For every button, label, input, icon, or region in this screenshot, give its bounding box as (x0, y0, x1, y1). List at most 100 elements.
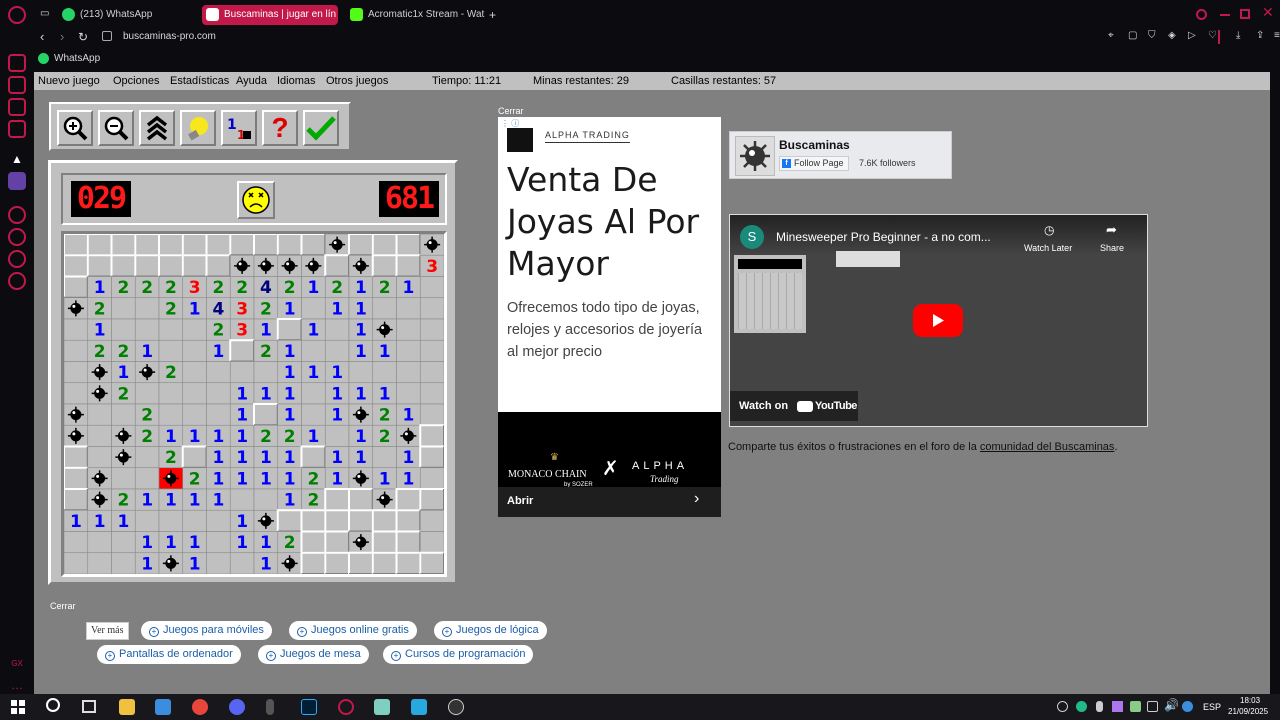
board-cell[interactable] (253, 403, 279, 427)
board-cell[interactable]: 1 (348, 382, 374, 405)
board-cell[interactable]: 1 (277, 446, 302, 469)
snap-icon[interactable]: ⌖ (1108, 30, 1114, 41)
board-cell[interactable]: 3 (419, 254, 444, 277)
board-cell[interactable]: 2 (182, 467, 207, 490)
tray-icon-2[interactable] (1076, 701, 1087, 712)
board-cell[interactable] (300, 234, 327, 257)
board-cell[interactable] (182, 361, 207, 384)
board-cell[interactable] (158, 339, 184, 362)
sidebar-home-icon[interactable] (8, 54, 26, 72)
board-cell[interactable] (324, 509, 350, 533)
board-cell[interactable] (182, 403, 207, 426)
sidebar-twitch-icon[interactable] (8, 172, 26, 190)
numbers-button[interactable]: 11 (221, 110, 257, 146)
board-cell[interactable] (205, 234, 232, 257)
board-cell[interactable] (64, 361, 89, 384)
board-cell[interactable]: 1 (348, 297, 374, 320)
board-cell[interactable]: 1 (277, 297, 302, 320)
watch-later-label[interactable]: Watch Later (1024, 243, 1072, 253)
board-cell[interactable]: 4 (206, 297, 231, 320)
tray-mic-icon[interactable] (1096, 701, 1103, 712)
board-cell[interactable] (324, 488, 350, 512)
microphone-icon[interactable] (266, 699, 274, 715)
board-cell[interactable] (110, 234, 137, 257)
board-cell[interactable] (419, 276, 444, 299)
board-cell[interactable]: 2 (158, 361, 184, 384)
board-cell[interactable] (300, 445, 327, 469)
board-cell[interactable] (371, 530, 398, 554)
board-cell[interactable]: 1 (253, 531, 279, 554)
board-cell[interactable] (277, 254, 302, 277)
board-cell[interactable] (134, 446, 160, 469)
board-cell[interactable] (134, 234, 160, 257)
board-cell[interactable] (158, 552, 184, 574)
board-cell[interactable] (276, 234, 303, 257)
facebook-page-widget[interactable]: Buscaminas f Follow Page 7.6K followers (729, 131, 952, 179)
board-cell[interactable] (181, 254, 208, 278)
board-cell[interactable]: 3 (229, 318, 255, 341)
board-cell[interactable] (395, 488, 422, 512)
board-cell[interactable]: 1 (301, 361, 326, 384)
board-cell[interactable]: 1 (229, 446, 255, 469)
board-cell[interactable]: 1 (134, 488, 160, 511)
board-cell[interactable]: 1 (134, 552, 160, 574)
board-cell[interactable] (134, 318, 160, 341)
sidebar-messenger-icon[interactable] (8, 120, 26, 138)
board-cell[interactable] (87, 361, 112, 384)
board-cell[interactable]: 1 (277, 382, 302, 405)
board-cell[interactable]: 1 (253, 446, 279, 469)
menu-otros-juegos[interactable]: Otros juegos (326, 72, 388, 90)
board-cell[interactable] (419, 297, 444, 320)
opera-gx-icon[interactable] (338, 699, 354, 715)
board-cell[interactable] (301, 339, 326, 362)
board-cell[interactable] (324, 234, 350, 256)
board-cell[interactable] (396, 297, 421, 320)
board-cell[interactable] (301, 297, 326, 320)
board-cell[interactable] (348, 254, 374, 277)
board-cell[interactable] (182, 339, 207, 362)
board-cell[interactable] (229, 254, 255, 277)
board-cell[interactable]: 2 (253, 339, 279, 362)
search-icon[interactable] (46, 698, 60, 712)
board-cell[interactable]: 1 (206, 339, 231, 362)
board-cell[interactable] (253, 361, 279, 384)
board-cell[interactable] (158, 467, 184, 490)
reload-icon[interactable]: ↻ (78, 30, 88, 44)
play-icon[interactable]: ▷ (1188, 30, 1196, 41)
tray-icon-3[interactable] (1112, 701, 1123, 712)
board-cell[interactable]: 1 (348, 339, 374, 362)
board-cell[interactable]: 2 (372, 403, 397, 426)
board-cell[interactable]: 3 (182, 276, 207, 299)
ad-cta-bar[interactable]: Abrir › (498, 487, 721, 517)
board-cell[interactable]: 2 (134, 276, 160, 299)
sidebar-gx-icon[interactable]: GX (8, 654, 26, 672)
board-cell[interactable]: 1 (64, 509, 89, 532)
board-cell[interactable] (301, 403, 326, 426)
board-cell[interactable]: 1 (324, 403, 350, 426)
board-cell[interactable]: 1 (348, 446, 374, 469)
board-cell[interactable]: 2 (87, 297, 112, 320)
board-cell[interactable] (372, 488, 397, 511)
photoshop-icon[interactable] (301, 699, 317, 715)
board-cell[interactable] (158, 234, 184, 257)
board-cell[interactable]: 3 (229, 297, 255, 320)
board-cell[interactable] (206, 552, 231, 574)
board-cell[interactable]: 1 (301, 318, 326, 341)
menu-idiomas[interactable]: Idiomas (277, 72, 316, 90)
board-cell[interactable] (372, 318, 397, 341)
board-cell[interactable] (372, 446, 397, 469)
board-cell[interactable] (134, 467, 160, 490)
board-cell[interactable] (182, 318, 207, 341)
board-cell[interactable] (134, 382, 160, 405)
board-cell[interactable] (229, 339, 255, 363)
board-cell[interactable] (324, 254, 350, 278)
board-cell[interactable] (348, 361, 374, 384)
board-cell[interactable] (419, 467, 444, 490)
board-cell[interactable]: 2 (111, 382, 136, 405)
board-cell[interactable]: 2 (158, 446, 184, 469)
chip-juegos-logica[interactable]: + Juegos de lógica (434, 621, 547, 640)
tab-buscaminas[interactable]: Buscaminas | jugar en lín (202, 5, 338, 25)
app2-icon[interactable] (374, 699, 390, 715)
board-cell[interactable] (253, 509, 279, 532)
board-cell[interactable]: 1 (348, 318, 374, 341)
